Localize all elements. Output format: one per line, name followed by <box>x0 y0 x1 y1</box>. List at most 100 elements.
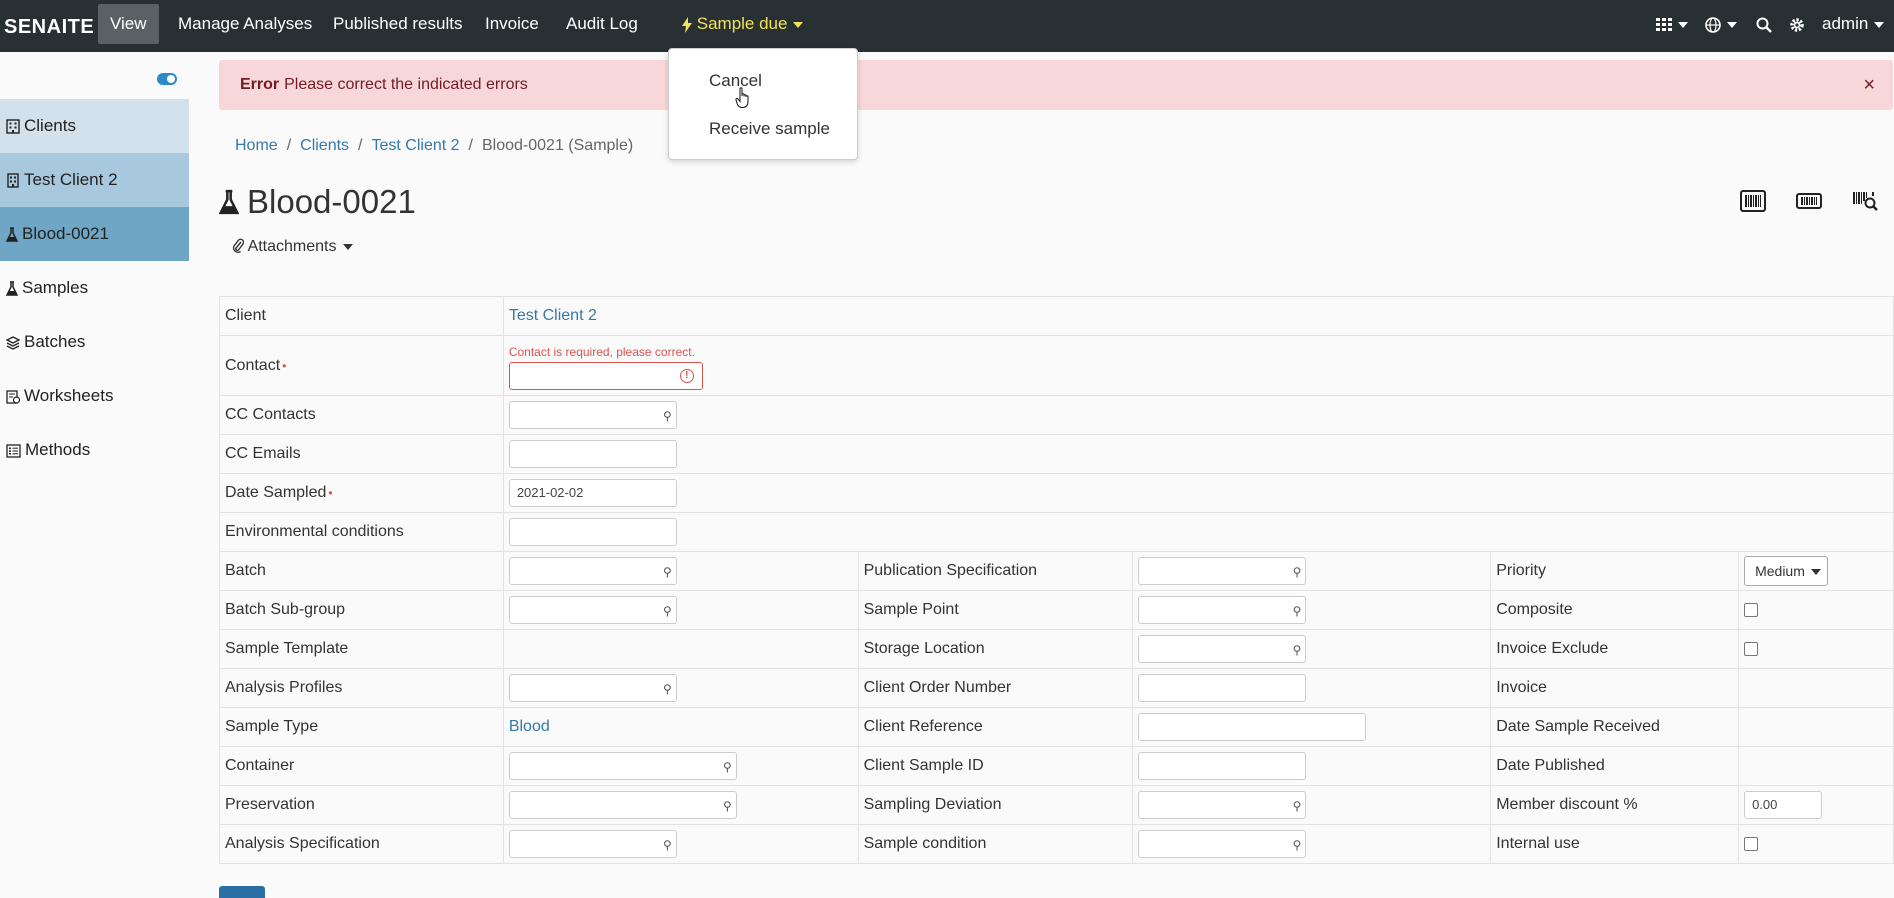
user-name: admin <box>1822 14 1869 33</box>
nav-audit-log[interactable]: Audit Log <box>554 0 650 52</box>
barcode-print-icon[interactable] <box>1740 190 1766 212</box>
environmental-conditions-input[interactable] <box>508 518 677 546</box>
analysis-spec-input[interactable]: ⚲ <box>508 830 677 858</box>
sidebar-item-test-client-2[interactable]: Test Client 2 <box>0 153 189 207</box>
date-published-value <box>1738 746 1894 786</box>
field-label: Environmental conditions <box>219 512 504 552</box>
invoice-value <box>1738 668 1894 708</box>
breadcrumb-home[interactable]: Home <box>235 137 278 154</box>
paperclip-icon <box>232 238 245 253</box>
field-label: Sample Type <box>219 707 504 747</box>
client-link[interactable]: Test Client 2 <box>509 307 597 324</box>
date-sampled-input[interactable]: 2021-02-02 <box>508 479 677 507</box>
state-dropdown-menu: Cancel Receive sample <box>668 48 858 160</box>
sidebar-item-samples[interactable]: Samples <box>0 261 189 315</box>
barcode-sticker-icon[interactable] <box>1796 190 1822 212</box>
internal-use-checkbox[interactable] <box>1744 836 1759 851</box>
top-navbar: SENAITE View Manage Analyses Published r… <box>0 0 1894 52</box>
field-label: CC Contacts <box>219 395 504 435</box>
analysis-profiles-input[interactable]: ⚲ <box>508 674 677 702</box>
field-label: Date Sampled <box>225 484 327 501</box>
search-button[interactable] <box>1756 0 1772 48</box>
menu-item-receive-sample[interactable]: Receive sample <box>709 119 830 139</box>
globe-icon <box>1705 16 1721 33</box>
sample-condition-input[interactable]: ⚲ <box>1138 830 1307 858</box>
grid-icon <box>1656 17 1672 31</box>
chevron-down-icon <box>1727 21 1737 28</box>
field-label: Publication Specification <box>857 551 1134 591</box>
composite-checkbox[interactable] <box>1744 602 1759 617</box>
priority-select[interactable]: Medium <box>1744 556 1828 586</box>
page-title: Blood-0021 <box>247 183 416 220</box>
nav-view[interactable]: View <box>98 4 159 44</box>
field-label: Storage Location <box>857 629 1134 669</box>
sidebar-item-label: Clients <box>24 116 76 135</box>
sidebar-item-label: Test Client 2 <box>24 170 118 189</box>
field-label: Composite <box>1490 590 1740 630</box>
client-order-number-input[interactable] <box>1138 674 1307 702</box>
storage-location-input[interactable]: ⚲ <box>1138 635 1307 663</box>
breadcrumb-current: Blood-0021 (Sample) <box>482 137 634 154</box>
container-input[interactable]: ⚲ <box>508 752 737 780</box>
barcode-scan-icon[interactable] <box>1852 190 1878 212</box>
cc-emails-input[interactable] <box>508 440 677 468</box>
sample-template-value <box>502 629 859 669</box>
contact-input[interactable]: ! <box>508 362 703 390</box>
search-icon: ⚲ <box>663 604 672 618</box>
search-icon: ⚲ <box>1292 604 1302 618</box>
brand-logo[interactable]: SENAITE <box>4 16 94 39</box>
sidebar-item-methods[interactable]: Methods <box>0 423 189 477</box>
batch-subgroup-input[interactable]: ⚲ <box>508 596 677 624</box>
breadcrumb-clients[interactable]: Clients <box>300 137 349 154</box>
invoice-exclude-checkbox[interactable] <box>1744 641 1759 656</box>
preservation-input[interactable]: ⚲ <box>508 791 737 819</box>
list-icon <box>6 443 21 458</box>
field-label: Contact <box>225 356 281 374</box>
cc-contacts-input[interactable]: ⚲ <box>508 401 677 429</box>
batch-input[interactable]: ⚲ <box>508 557 677 585</box>
sidebar-item-batches[interactable]: Batches <box>0 315 189 369</box>
sample-type-link[interactable]: Blood <box>509 718 550 735</box>
member-discount-input[interactable]: 0.00 <box>1744 791 1823 819</box>
priority-value: Medium <box>1755 563 1805 579</box>
chevron-down-icon <box>1874 21 1885 28</box>
client-sample-id-input[interactable] <box>1138 752 1307 780</box>
field-label: Batch <box>219 551 504 591</box>
date-received-value <box>1738 707 1894 747</box>
sidebar-item-blood-0021[interactable]: Blood-0021 <box>0 207 189 261</box>
nav-manage-analyses[interactable]: Manage Analyses <box>166 0 324 52</box>
settings-button[interactable] <box>1789 0 1805 48</box>
nav-invoice[interactable]: Invoice <box>473 0 551 52</box>
alert-message: Error Please correct the indicated errors <box>240 76 528 94</box>
sample-point-input[interactable]: ⚲ <box>1138 596 1307 624</box>
flask-icon <box>5 227 19 242</box>
field-label: CC Emails <box>219 434 504 474</box>
attachments-dropdown[interactable]: Attachments <box>232 238 353 256</box>
sidebar-toggle[interactable] <box>157 73 177 85</box>
state-menu-toggle[interactable]: Sample due <box>670 0 815 52</box>
publication-spec-input[interactable]: ⚲ <box>1138 557 1307 585</box>
field-label: Analysis Profiles <box>219 668 504 708</box>
breadcrumb-client[interactable]: Test Client 2 <box>372 137 460 154</box>
field-label: Invoice <box>1490 668 1740 708</box>
sampling-deviation-input[interactable]: ⚲ <box>1138 791 1307 819</box>
apps-menu[interactable] <box>1656 0 1688 48</box>
sidebar-item-clients[interactable]: Clients <box>0 99 189 153</box>
client-reference-input[interactable] <box>1138 713 1367 741</box>
search-icon: ⚲ <box>663 565 672 579</box>
save-button[interactable] <box>219 886 265 898</box>
error-icon: ! <box>679 369 694 383</box>
sidebar-item-label: Samples <box>22 278 89 297</box>
field-label: Date Sample Received <box>1490 707 1740 747</box>
chevron-down-icon <box>1678 21 1688 28</box>
close-icon[interactable]: × <box>1863 74 1875 97</box>
chevron-down-icon <box>1810 569 1821 576</box>
search-icon: ⚲ <box>1292 799 1302 813</box>
user-menu[interactable]: admin <box>1822 0 1885 48</box>
flask-icon <box>218 189 240 215</box>
language-menu[interactable] <box>1705 0 1737 48</box>
nav-published-results[interactable]: Published results <box>321 0 474 52</box>
field-label: Client Reference <box>857 707 1134 747</box>
sidebar-item-worksheets[interactable]: Worksheets <box>0 369 189 423</box>
sample-header-table: Client Test Client 2 Contact • Contact is… <box>219 296 1894 864</box>
